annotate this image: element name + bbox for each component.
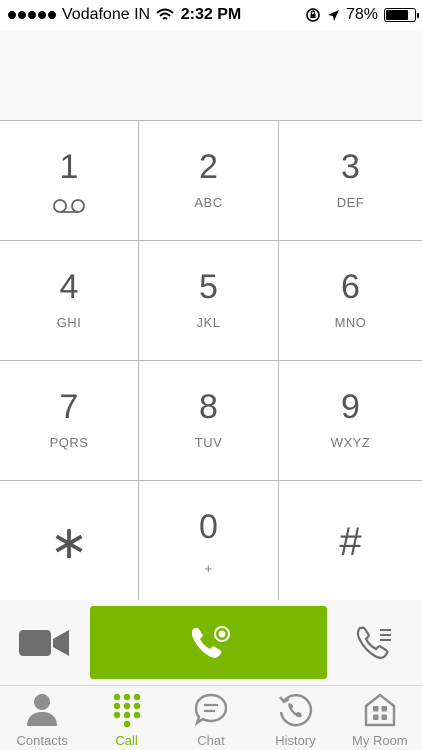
key-7[interactable]: 7 PQRS (0, 361, 139, 481)
dialpad-icon (113, 693, 140, 728)
status-left: Vodafone IN (8, 6, 174, 24)
carrier-name: Vodafone IN (62, 6, 151, 23)
video-call-button[interactable] (18, 628, 70, 658)
key-6[interactable]: 6 MNO (279, 241, 422, 361)
status-bar: Vodafone IN 2:32 PM 78% (0, 0, 422, 30)
key-3[interactable]: 3 DEF (279, 121, 422, 241)
room-icon (364, 693, 396, 727)
key-letters: JKL (196, 315, 221, 330)
key-4[interactable]: 4 GHI (0, 241, 139, 361)
dialpad: 1 2 ABC 3 DEF 4 GHI 5 JKL 6 MNO 7 PQRS 8… (0, 120, 422, 601)
key-2[interactable]: 2 ABC (139, 121, 279, 241)
key-letters: GHI (56, 315, 82, 330)
video-camera-icon (19, 630, 69, 656)
key-symbol: ∗ (49, 516, 89, 568)
person-icon (27, 694, 58, 726)
tab-bar: Contacts Call Chat History My Room (0, 685, 422, 750)
chat-bubble-icon (194, 693, 228, 726)
voicemail-icon (53, 199, 85, 213)
key-digit: 5 (199, 268, 218, 306)
key-digit: 7 (59, 388, 79, 426)
key-digit: 0 (199, 508, 218, 546)
key-digit: 8 (199, 388, 218, 426)
tab-contacts[interactable]: Contacts (0, 686, 84, 750)
tab-call[interactable]: Call (84, 686, 168, 750)
key-letters: PQRS (49, 435, 89, 450)
key-1[interactable]: 1 (0, 121, 139, 241)
battery-level (386, 10, 408, 20)
number-display[interactable] (0, 30, 422, 120)
battery-percentage: 78% (345, 6, 378, 23)
key-digit: 4 (59, 268, 79, 306)
wifi-icon (156, 8, 174, 20)
key-hash[interactable]: # (279, 481, 422, 601)
key-8[interactable]: 8 TUV (139, 361, 279, 481)
tab-my-room[interactable]: My Room (338, 686, 422, 750)
key-letters: + (204, 561, 213, 576)
key-5[interactable]: 5 JKL (139, 241, 279, 361)
phone-list-icon (356, 626, 391, 659)
key-0[interactable]: 0 + (139, 481, 279, 601)
phone-call-icon (191, 626, 230, 658)
key-digit: 2 (199, 148, 218, 186)
key-letters: WXYZ (330, 435, 371, 450)
key-letters: MNO (334, 315, 367, 330)
battery-icon (384, 8, 419, 22)
key-digit: 6 (341, 268, 360, 306)
tab-label: History (275, 733, 316, 748)
call-button[interactable] (90, 606, 327, 679)
key-9[interactable]: 9 WXYZ (279, 361, 422, 481)
tab-label: Contacts (16, 733, 68, 748)
tab-label: Call (115, 733, 138, 748)
key-letters: TUV (194, 435, 223, 450)
key-digit: 1 (59, 148, 79, 186)
location-arrow-icon (327, 9, 339, 21)
tab-label: My Room (352, 733, 408, 748)
status-right: 78% (305, 6, 419, 24)
orientation-lock-icon (306, 8, 320, 22)
key-star[interactable]: ∗ (0, 481, 139, 601)
history-clock-icon (279, 693, 313, 727)
signal-dots-icon (8, 11, 56, 19)
tab-label: Chat (197, 733, 225, 748)
key-digit: 3 (341, 148, 360, 186)
tab-chat[interactable]: Chat (169, 686, 253, 750)
key-digit: 9 (341, 388, 360, 426)
key-letters: ABC (194, 195, 223, 210)
tab-history[interactable]: History (253, 686, 337, 750)
key-symbol: # (339, 520, 362, 564)
transfer-button[interactable] (356, 624, 394, 662)
key-letters: DEF (336, 195, 365, 210)
